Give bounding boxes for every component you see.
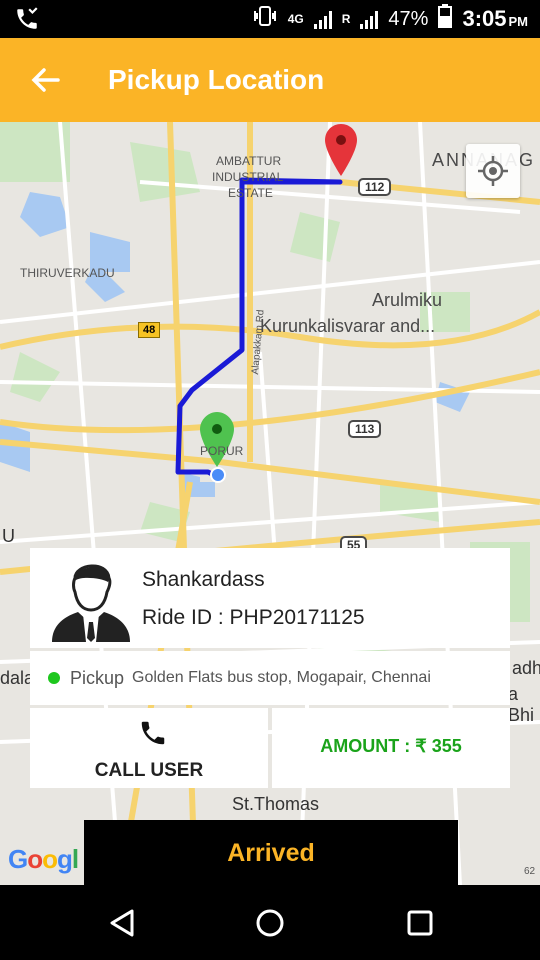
fare-amount: AMOUNT : ₹ 355 [320,736,462,756]
nav-back-icon[interactable] [104,905,140,941]
nav-recents-icon[interactable] [402,905,438,941]
phone-icon [138,718,168,753]
my-location-icon [478,156,508,186]
map-label-st-thomas: St.Thomas [232,794,320,814]
page-title: Pickup Location [108,64,325,95]
pickup-row: Pickup Golden Flats bus stop, Mogapair, … [30,651,510,705]
map-label-estate: ESTATE [228,186,273,200]
signal-icon [313,9,332,29]
user-name: Shankardass [142,568,265,591]
vibrate-icon [252,5,278,33]
route-shield-113: 113 [348,420,382,438]
battery-percent: 47% [388,7,429,30]
pickup-label: Pickup [70,667,125,688]
arrived-button[interactable]: Arrived [84,820,458,886]
user-card: Shankardass Ride ID : PHP20171125 [30,548,510,648]
clock-ampm: PM [508,14,529,29]
network-type: 4G [287,12,304,26]
system-nav-bar [0,885,540,960]
map-label-arulmiku: Arulmiku [372,290,443,310]
map-label-kurunkalisvarar: Kurunkalisvarar and... [260,316,436,336]
google-logo: Googl [8,844,79,874]
map-label-industrial: INDUSTRIAL [212,170,284,184]
app-bar: Pickup Location [0,38,540,122]
back-arrow-icon[interactable] [26,60,66,100]
map-label-u: U [2,526,15,546]
map-label-porur: PORUR [200,444,244,458]
highway-badge-48: 48 [138,322,161,338]
map-scale-text: 62 [524,866,536,877]
map-label-ambattur: AMBATTUR [216,154,282,168]
nav-home-icon[interactable] [252,905,288,941]
map-label-bhi: a Bhi [508,684,535,725]
battery-icon [438,4,453,34]
my-location-button[interactable] [466,144,520,198]
amount-box: AMOUNT : ₹ 355 [272,708,510,788]
call-user-button[interactable]: CALL USER [30,708,268,788]
user-avatar-icon [50,556,132,642]
status-bar: 4G R 47% 3:05 PM [0,0,540,38]
map-label-thiruverkadu: THIRUVERKADU [20,266,115,280]
missed-call-icon [14,6,40,37]
map-label-adhi: adhi [512,658,540,678]
ride-id: Ride ID : PHP20171125 [142,606,365,629]
call-user-label: CALL USER [94,760,204,781]
map-label-dala: dala [0,668,35,688]
route-shield-112: 112 [358,178,392,196]
clock: 3:05 [462,6,507,31]
pickup-dot-icon [48,672,60,684]
signal-icon [360,9,379,29]
current-location-dot [210,467,226,483]
sim2-label: R [341,12,351,26]
pickup-address: Golden Flats bus stop, Mogapair, Chennai [132,669,431,686]
